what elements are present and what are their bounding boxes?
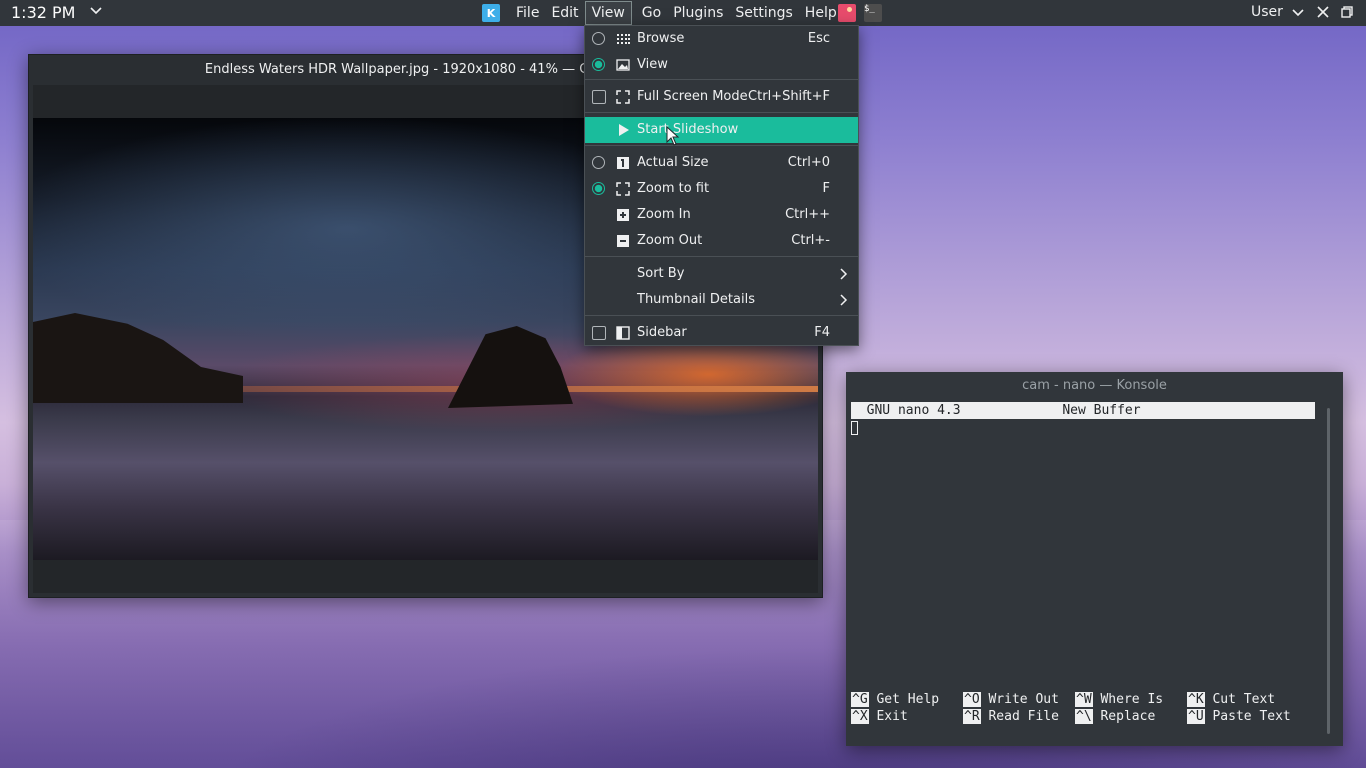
top-panel: 1:32 PM K File Edit View Go Plugins Sett… [0, 0, 1366, 26]
menu-item-actual-size[interactable]: Actual Size Ctrl+0 [585, 150, 858, 176]
terminal-area[interactable]: GNU nano 4.3 New Buffer ^G Get Help ^O W… [851, 402, 1323, 742]
terminal-app-icon[interactable]: $_ [864, 4, 882, 22]
clock[interactable]: 1:32 PM [11, 3, 75, 22]
gwenview-statusbar [33, 560, 818, 593]
menu-item-sidebar[interactable]: Sidebar F4 [585, 320, 858, 346]
text-cursor [851, 421, 858, 435]
radio-off-icon[interactable] [592, 32, 605, 45]
zoom-in-icon [617, 209, 629, 221]
menu-item-sort-by[interactable]: Sort By [585, 261, 858, 287]
nano-shortcut-paste-text: ^U Paste Text [1187, 709, 1291, 724]
menu-separator [585, 79, 858, 80]
nano-shortcut-write-out: ^O Write Out [963, 692, 1059, 707]
nano-shortcut-read-file: ^R Read File [963, 709, 1059, 724]
menu-item-zoom-out[interactable]: Zoom Out Ctrl+- [585, 228, 858, 254]
fullscreen-icon [616, 90, 630, 104]
checkbox-icon[interactable] [592, 326, 606, 340]
menu-file[interactable]: File [510, 1, 545, 25]
grid-icon [617, 34, 630, 44]
image-icon [616, 59, 630, 71]
zoom-out-icon [617, 235, 629, 247]
gwenview-app-icon[interactable]: K [482, 4, 500, 22]
menu-item-view[interactable]: View [585, 52, 858, 78]
menu-separator [585, 112, 858, 113]
nano-shortcut-exit: ^X Exit [851, 709, 908, 724]
menu-help[interactable]: Help [799, 1, 843, 25]
restore-icon[interactable] [1340, 5, 1354, 19]
menu-item-start-slideshow[interactable]: Start Slideshow [585, 117, 858, 143]
menu-item-zoom-in[interactable]: Zoom In Ctrl++ [585, 202, 858, 228]
global-menu-bar: K File Edit View Go Plugins Settings Hel… [482, 0, 843, 26]
nano-header: GNU nano 4.3 New Buffer [851, 402, 1315, 419]
zoom-original-icon [617, 157, 629, 169]
menu-item-zoom-to-fit[interactable]: Zoom to fit F [585, 176, 858, 202]
menu-edit[interactable]: Edit [545, 1, 584, 25]
zoom-fit-icon [616, 182, 630, 196]
image-app-icon[interactable] [838, 4, 856, 22]
radio-off-icon[interactable] [592, 156, 605, 169]
nano-shortcut-cut-text: ^K Cut Text [1187, 692, 1276, 707]
photo-rock-left [33, 313, 243, 403]
nano-shortcut-where-is: ^W Where Is [1075, 692, 1164, 707]
close-icon[interactable] [1316, 5, 1330, 19]
radio-on-icon[interactable] [592, 58, 605, 71]
menu-plugins[interactable]: Plugins [667, 1, 729, 25]
photo-rock-right [448, 326, 573, 408]
radio-on-icon[interactable] [592, 182, 605, 195]
terminal-scrollbar[interactable] [1327, 408, 1330, 734]
menu-view[interactable]: View [584, 1, 632, 25]
menu-item-full-screen[interactable]: Full Screen Mode Ctrl+Shift+F [585, 84, 858, 110]
menu-settings[interactable]: Settings [729, 1, 798, 25]
menu-item-thumbnail-details[interactable]: Thumbnail Details [585, 287, 858, 313]
checkbox-icon[interactable] [592, 90, 606, 104]
menu-separator [585, 145, 858, 146]
play-icon [619, 124, 629, 136]
chevron-down-icon[interactable] [1291, 6, 1305, 20]
chevron-down-icon[interactable] [89, 4, 103, 18]
window-title[interactable]: cam - nano — Konsole [846, 372, 1343, 400]
chevron-right-icon [840, 294, 848, 306]
sidebar-icon [616, 326, 630, 340]
user-menu[interactable]: User [1251, 4, 1283, 20]
menu-go[interactable]: Go [636, 1, 667, 25]
menu-separator [585, 256, 858, 257]
mouse-pointer-icon [666, 126, 680, 146]
menu-separator [585, 315, 858, 316]
nano-shortcut-get-help: ^G Get Help [851, 692, 940, 707]
konsole-window: cam - nano — Konsole GNU nano 4.3 New Bu… [846, 372, 1343, 746]
menu-item-browse[interactable]: Browse Esc [585, 26, 858, 52]
nano-shortcut-replace: ^\ Replace [1075, 709, 1156, 724]
view-menu-dropdown: Browse Esc View Full Screen Mode Ctrl+Sh… [584, 25, 859, 346]
chevron-right-icon [840, 268, 848, 280]
